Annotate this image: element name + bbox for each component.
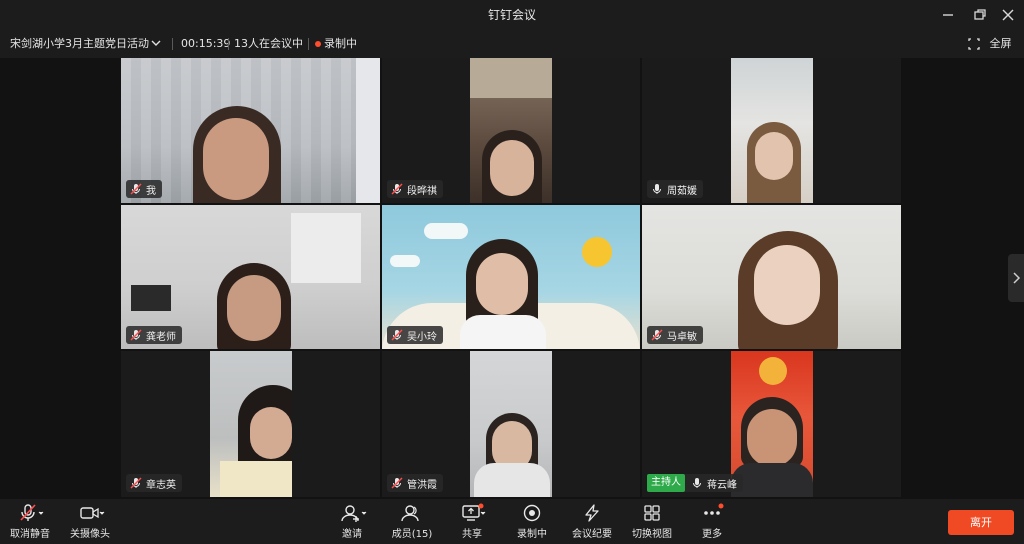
participant-label: 龚老师 <box>126 326 182 344</box>
restore-icon <box>974 9 986 20</box>
more-button[interactable]: 更多 <box>684 503 740 541</box>
unmute-button[interactable]: 取消静音 <box>2 503 58 541</box>
mic-muted-icon <box>130 183 142 195</box>
participant-label: 章志英 <box>126 474 182 492</box>
grid-view-icon <box>644 505 660 521</box>
mic-icon <box>653 184 661 194</box>
mic-muted-icon <box>651 329 663 341</box>
mic-icon <box>693 478 701 488</box>
mic-muted-icon <box>391 329 403 341</box>
members-button[interactable]: 成员(15) <box>384 503 440 541</box>
members-label: 成员(15) <box>391 529 433 540</box>
participant-name: 章志英 <box>146 479 176 491</box>
window-title: 钉钉会议 <box>487 8 536 22</box>
participant-name: 管洪霞 <box>407 479 437 491</box>
invite-button[interactable]: 邀请 <box>324 503 380 541</box>
video-tile[interactable]: 龚老师 <box>121 205 380 349</box>
share-screen-icon <box>462 503 486 521</box>
participant-video <box>470 351 552 497</box>
participant-video <box>731 58 813 203</box>
invite-label: 邀请 <box>342 529 362 540</box>
fullscreen-button[interactable]: 全屏 <box>968 30 1012 58</box>
unmute-label: 取消静音 <box>10 529 50 540</box>
participant-name: 龚老师 <box>146 331 176 343</box>
camera-off-label: 关摄像头 <box>70 529 110 540</box>
recording-dot-icon <box>315 41 321 47</box>
more-label: 更多 <box>702 529 722 540</box>
participant-video <box>470 58 552 203</box>
meeting-name-dropdown[interactable] <box>150 30 162 58</box>
video-tile[interactable]: 吴小玲 <box>382 205 640 349</box>
switch-view-label: 切换视图 <box>632 529 672 540</box>
close-button[interactable] <box>998 5 1018 25</box>
participant-name: 吴小玲 <box>407 331 437 343</box>
participant-label: 马卓敏 <box>647 326 703 344</box>
chevron-down-icon <box>151 40 161 46</box>
record-label: 录制中 <box>517 529 547 540</box>
fullscreen-icon <box>968 38 980 50</box>
participant-label: 管洪霞 <box>387 474 443 492</box>
minimize-button[interactable] <box>938 5 958 25</box>
camera-off-button[interactable]: 关摄像头 <box>62 503 118 541</box>
participant-count[interactable]: 13人在会议中 <box>234 30 303 58</box>
camera-icon <box>80 507 105 519</box>
mic-muted-icon <box>130 329 142 341</box>
meeting-toolbar: 取消静音 关摄像头 邀请 成员(15) 共享 录制中 会议纪要 切换视图 更多 <box>0 499 1024 544</box>
participant-name: 马卓敏 <box>667 331 697 343</box>
host-badge: 主持人 <box>647 474 685 492</box>
video-tile[interactable]: 主持人 蒋云峰 <box>642 351 901 497</box>
meeting-duration: 00:15:39 <box>181 37 231 50</box>
video-tile[interactable]: 马卓敏 <box>642 205 901 349</box>
record-button[interactable]: 录制中 <box>504 503 560 541</box>
more-icon <box>704 503 724 515</box>
participant-name: 蒋云峰 <box>707 479 737 491</box>
video-tile[interactable]: 章志英 <box>121 351 380 497</box>
close-icon <box>1002 9 1014 21</box>
chevron-right-icon <box>1013 272 1021 284</box>
members-icon <box>401 505 419 522</box>
participant-label: 我 <box>126 180 162 198</box>
mic-muted-icon <box>391 477 403 489</box>
share-button[interactable]: 共享 <box>444 503 500 541</box>
add-user-icon <box>341 505 367 522</box>
title-bar: 钉钉会议 <box>0 0 1024 30</box>
recording-text: 录制中 <box>324 37 357 50</box>
mic-muted-icon <box>391 183 403 195</box>
switch-view-button[interactable]: 切换视图 <box>624 503 680 541</box>
meeting-info-bar: 宋剑湖小学3月主题党日活动 00:15:39 13人在会议中 录制中 全屏 <box>0 30 1024 58</box>
participant-name: 周茹媛 <box>667 185 697 197</box>
record-icon <box>523 504 541 522</box>
mic-muted-icon <box>20 504 44 521</box>
fullscreen-label: 全屏 <box>989 37 1012 50</box>
participant-label: 吴小玲 <box>387 326 443 344</box>
video-tile[interactable]: 我 <box>121 58 380 203</box>
share-label: 共享 <box>462 529 482 540</box>
participant-name: 段晔祺 <box>407 185 437 197</box>
restore-button[interactable] <box>970 5 990 25</box>
leave-button[interactable]: 离开 <box>948 510 1014 535</box>
meeting-name[interactable]: 宋剑湖小学3月主题党日活动 <box>10 30 149 58</box>
next-page-button[interactable] <box>1008 254 1024 302</box>
video-tile[interactable]: 管洪霞 <box>382 351 640 497</box>
participant-video <box>210 351 292 497</box>
participant-label: 段晔祺 <box>387 180 443 198</box>
participant-video <box>731 351 813 497</box>
participant-label: 周茹媛 <box>647 180 703 198</box>
mic-muted-icon <box>130 477 142 489</box>
video-grid: 我 段晔祺 周茹媛 龚老师 吴小玲 马卓敏 章志英 管洪霞 主持人 蒋云峰 <box>0 58 1024 499</box>
participant-name: 我 <box>146 185 156 197</box>
lightning-icon <box>585 504 599 522</box>
video-tile[interactable]: 段晔祺 <box>382 58 640 203</box>
video-tile[interactable]: 周茹媛 <box>642 58 901 203</box>
participant-label: 主持人 蒋云峰 <box>647 474 743 492</box>
recording-status: 录制中 <box>315 30 357 58</box>
minimize-icon <box>943 14 953 16</box>
minutes-button[interactable]: 会议纪要 <box>564 503 620 541</box>
minutes-label: 会议纪要 <box>572 529 612 540</box>
